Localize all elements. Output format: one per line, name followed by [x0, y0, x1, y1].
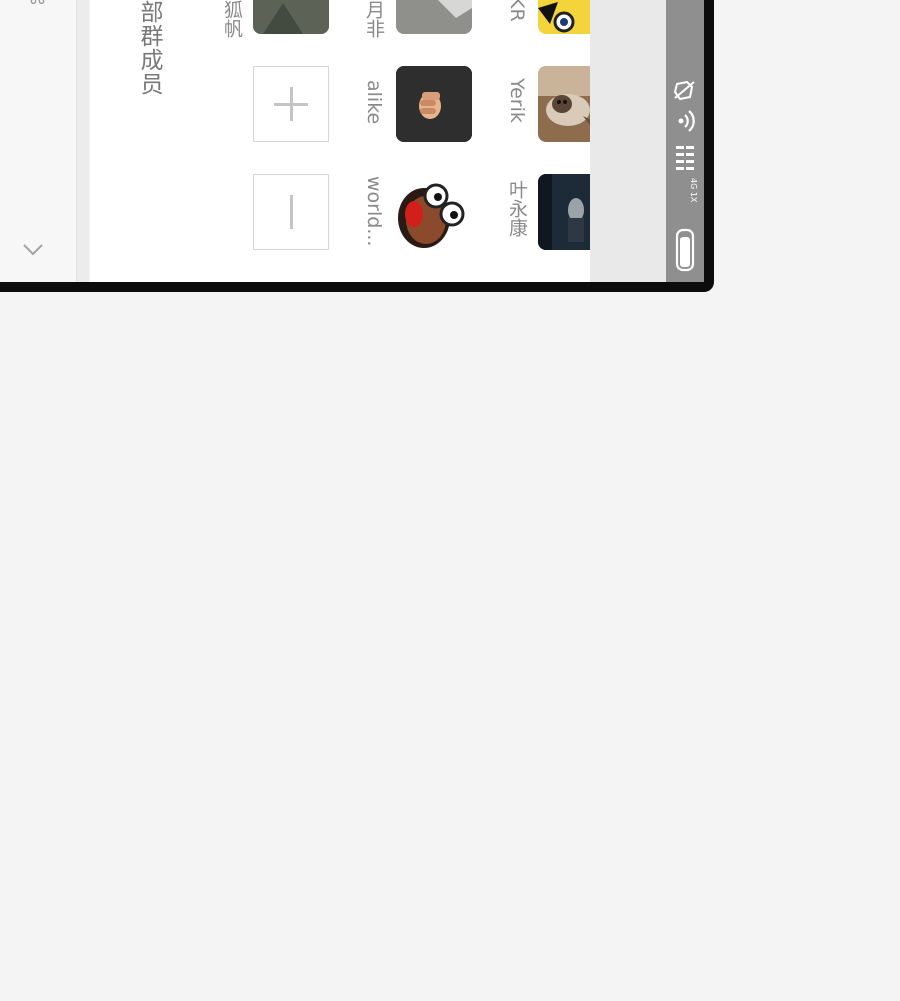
divider: [77, 0, 89, 282]
network-type-label: 4G 1X: [684, 178, 698, 218]
member-avatar[interactable]: [396, 66, 472, 142]
wifi-icon: [678, 110, 695, 132]
member-name: alike: [363, 80, 385, 125]
phone-screen: ⌘ 部群成员 狐帆: [0, 0, 704, 282]
all-members-title[interactable]: 部群成员: [130, 0, 164, 110]
cartoon-face-icon: [396, 174, 472, 250]
mute-icon: [673, 80, 695, 101]
plus-icon-v: [290, 87, 293, 121]
member-name: 狐帆: [221, 0, 243, 38]
member-avatar[interactable]: [253, 0, 329, 34]
add-member-button[interactable]: [253, 66, 329, 142]
cut-off-text: ⌘: [20, 0, 48, 10]
signal-icon: [676, 146, 694, 170]
left-panel: ⌘: [0, 0, 77, 282]
right-panel: [590, 0, 666, 282]
member-name: KR: [506, 0, 528, 22]
member-name: 月非: [363, 0, 385, 38]
battery-icon: [675, 228, 695, 272]
members-panel: [90, 0, 590, 282]
remove-member-button[interactable]: [253, 174, 329, 250]
minus-icon: [290, 195, 293, 229]
chevron-down-icon[interactable]: [22, 238, 44, 260]
member-avatar[interactable]: [396, 0, 472, 34]
fist-icon: [396, 66, 472, 142]
member-name: 叶永康: [506, 180, 528, 237]
network-type: 4G: [689, 178, 698, 190]
member-avatar[interactable]: [396, 174, 472, 250]
member-name: Yerik: [506, 78, 528, 123]
network-sub-type: 1X: [689, 191, 698, 203]
page: ⌘ 部群成员 狐帆: [0, 0, 900, 1001]
phone-screenshot: ⌘ 部群成员 狐帆: [0, 0, 714, 292]
member-name: world...: [363, 176, 385, 247]
status-bar: [666, 0, 704, 282]
